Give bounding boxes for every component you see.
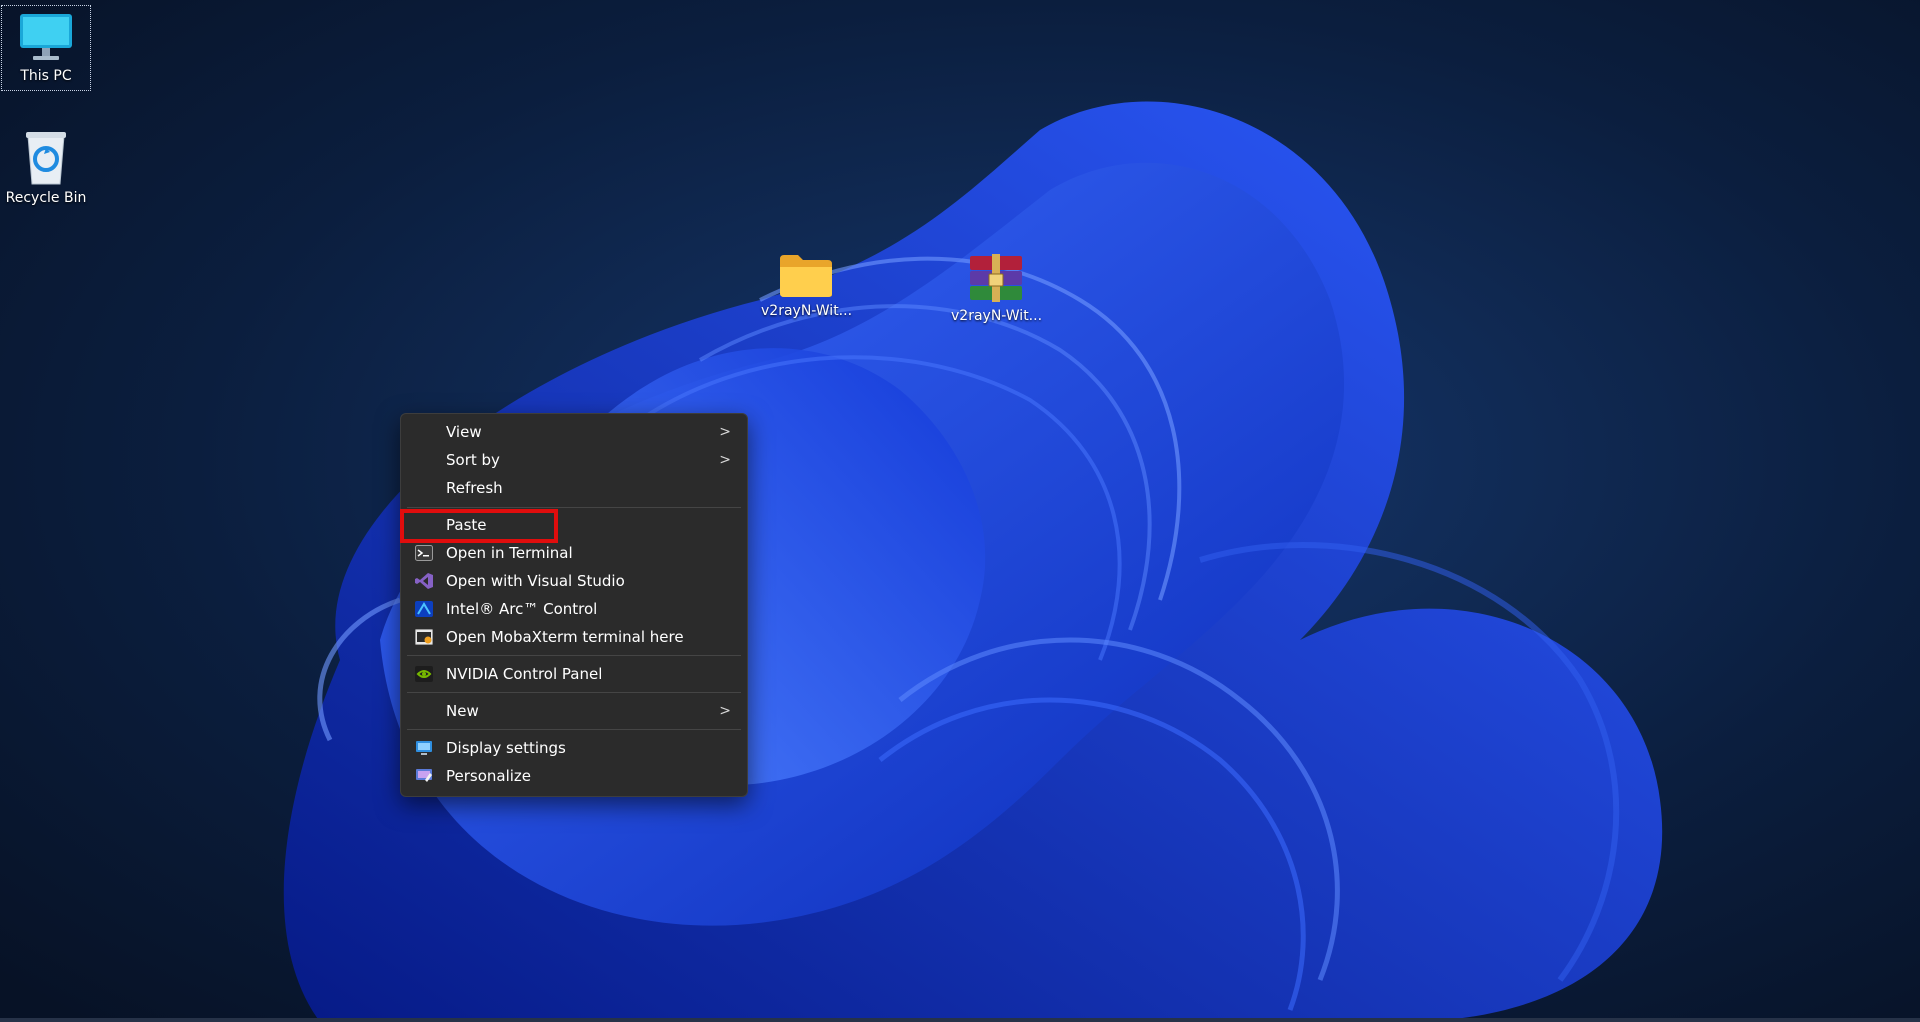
menu-item-view[interactable]: View > (405, 418, 743, 446)
menu-item-sort-by[interactable]: Sort by > (405, 446, 743, 474)
menu-item-personalize[interactable]: Personalize (405, 762, 743, 790)
desktop-icon-label: Recycle Bin (5, 190, 87, 206)
desktop-icon-this-pc[interactable]: This PC (1, 5, 91, 91)
display-icon (416, 741, 432, 755)
desktop-icon-folder[interactable]: v2rayN-Wit... (761, 253, 853, 319)
menu-item-label: Display settings (446, 739, 566, 757)
desktop-icon-label: v2rayN-Wit... (761, 303, 853, 319)
nvidia-icon (415, 666, 433, 682)
menu-item-label: Open in Terminal (446, 544, 573, 562)
chevron-right-icon: > (719, 703, 731, 719)
menu-item-new[interactable]: New > (405, 697, 743, 725)
menu-item-intel-arc-control[interactable]: Intel® Arc™ Control (405, 595, 743, 623)
menu-item-label: Open MobaXterm terminal here (446, 628, 684, 646)
menu-separator (407, 729, 741, 730)
menu-item-refresh[interactable]: Refresh (405, 474, 743, 502)
desktop-icon-recycle-bin[interactable]: Recycle Bin (1, 128, 91, 206)
archive-icon (970, 254, 1022, 302)
menu-item-label: View (446, 423, 482, 441)
menu-item-label: NVIDIA Control Panel (446, 665, 603, 683)
menu-item-label: Open with Visual Studio (446, 572, 625, 590)
mobaxterm-icon (415, 629, 433, 645)
menu-separator (407, 692, 741, 693)
menu-separator (407, 655, 741, 656)
menu-item-label: Sort by (446, 451, 500, 469)
desktop-icon-label: v2rayN-Wit... (951, 308, 1043, 324)
recycle-bin-icon (26, 132, 66, 185)
menu-separator (407, 507, 741, 508)
menu-item-label: Refresh (446, 479, 503, 497)
menu-item-open-with-visual-studio[interactable]: Open with Visual Studio (405, 567, 743, 595)
menu-item-open-in-terminal[interactable]: Open in Terminal (405, 539, 743, 567)
menu-item-nvidia-control-panel[interactable]: NVIDIA Control Panel (405, 660, 743, 688)
desktop-icon-archive[interactable]: v2rayN-Wit... (951, 254, 1043, 324)
desktop-icon-label: This PC (20, 68, 72, 84)
chevron-right-icon: > (719, 452, 731, 468)
desktop-context-menu: View > Sort by > Refresh Paste Open in T… (400, 413, 748, 797)
menu-item-label: Personalize (446, 767, 532, 785)
menu-item-display-settings[interactable]: Display settings (405, 734, 743, 762)
menu-item-label: New (446, 702, 479, 720)
folder-icon (780, 255, 832, 297)
intel-arc-icon (415, 601, 433, 617)
terminal-icon (415, 545, 433, 561)
menu-item-open-mobaxterm[interactable]: Open MobaXterm terminal here (405, 623, 743, 651)
monitor-icon (20, 14, 72, 60)
desktop-wallpaper (0, 0, 1920, 1022)
menu-item-label: Intel® Arc™ Control (446, 600, 598, 618)
chevron-right-icon: > (719, 424, 731, 440)
visual-studio-icon (415, 573, 433, 589)
paste-highlight-box (400, 509, 558, 543)
personalize-icon (416, 769, 432, 782)
